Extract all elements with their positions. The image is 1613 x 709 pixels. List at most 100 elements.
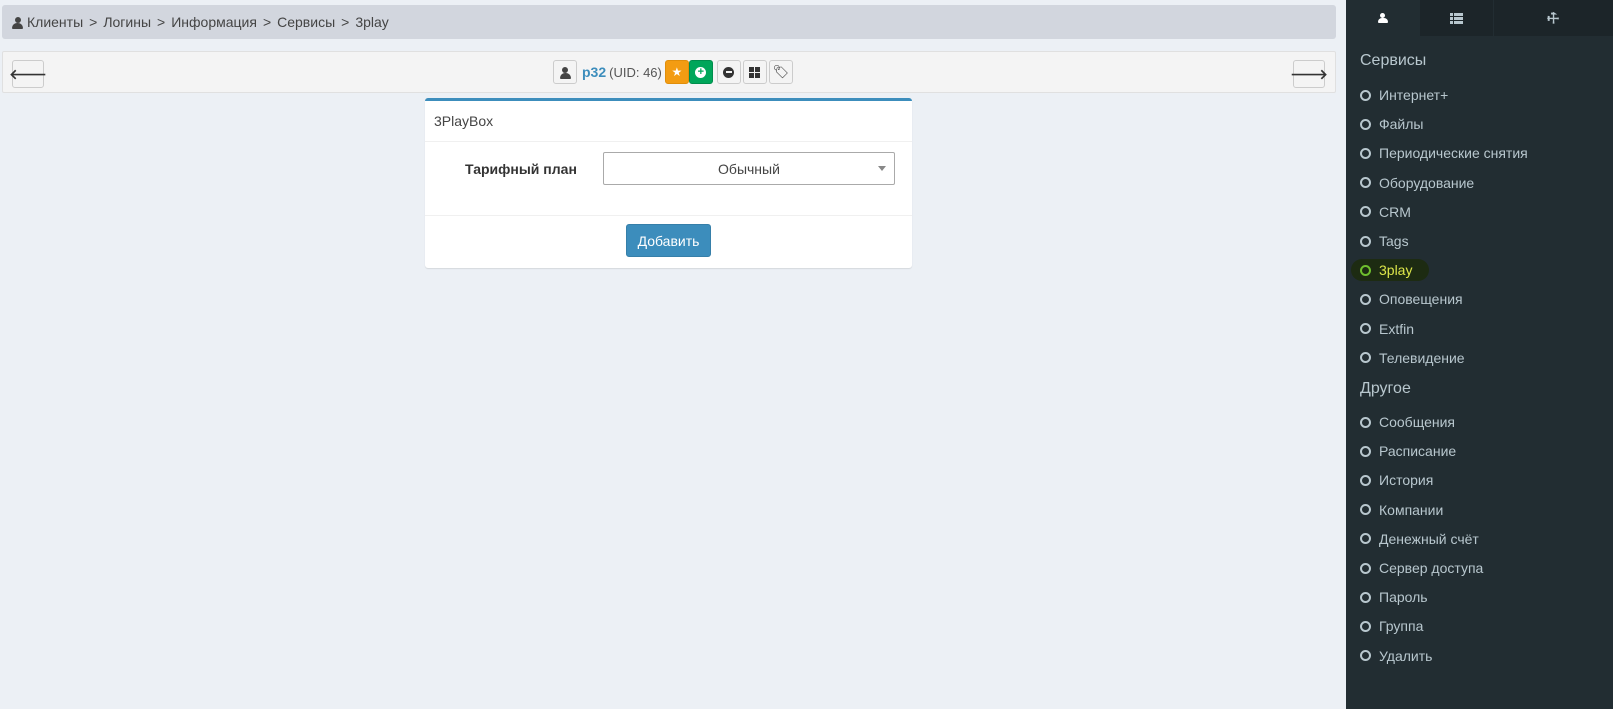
breadcrumb-item-logins[interactable]: Логины xyxy=(103,14,151,30)
sidebar-item-label: Группа xyxy=(1379,618,1424,635)
breadcrumb-item-services[interactable]: Сервисы xyxy=(277,14,335,30)
sidebar-item-other-7[interactable]: Группа xyxy=(1360,616,1423,636)
sidebar-item-other-2[interactable]: История xyxy=(1360,470,1433,490)
circle-icon xyxy=(1360,293,1371,305)
panel-title: 3PlayBox xyxy=(425,101,912,142)
add-service-button[interactable]: + xyxy=(688,60,713,84)
breadcrumb-item-clients[interactable]: Клиенты xyxy=(27,14,83,30)
sidebar-item-services-4[interactable]: CRM xyxy=(1360,202,1411,222)
arrow-left-icon: 🡐 xyxy=(9,65,47,82)
circle-icon xyxy=(1360,591,1371,603)
breadcrumb-separator: > xyxy=(341,14,350,30)
sidebar-item-label: Удалить xyxy=(1379,647,1433,664)
sidebar-item-label: Сообщения xyxy=(1379,414,1455,430)
sidebar-item-label: Оборудование xyxy=(1379,174,1475,191)
tab-user[interactable] xyxy=(1346,0,1420,36)
grid-button[interactable] xyxy=(742,60,767,84)
sidebar-item-other-1[interactable]: Расписание xyxy=(1360,441,1456,461)
sidebar-item-label: Телевидение xyxy=(1379,349,1465,366)
favorite-button[interactable]: ★ xyxy=(664,60,689,84)
sidebar-item-other-0[interactable]: Сообщения xyxy=(1360,412,1455,432)
sidebar-item-other-6[interactable]: Пароль xyxy=(1360,587,1428,607)
circle-icon xyxy=(1360,562,1371,574)
breadcrumb-separator: > xyxy=(157,14,166,30)
tariff-label: Тарифный план xyxy=(465,161,577,177)
sidebar-item-other-8[interactable]: Удалить xyxy=(1360,646,1432,666)
breadcrumb-item-3play: 3play xyxy=(355,14,389,30)
user-icon xyxy=(12,17,23,29)
sidebar-item-services-0[interactable]: Интернет+ xyxy=(1360,85,1448,105)
circle-icon xyxy=(1360,206,1371,218)
tariff-select[interactable]: Обычный xyxy=(603,152,895,185)
tariff-row: Тарифный план Обычный xyxy=(425,142,912,216)
sidebar-item-services-3[interactable]: Оборудование xyxy=(1360,173,1474,193)
user-strip: p32 (UID: 46) ★ + 🏷 xyxy=(553,59,793,85)
breadcrumb-separator: > xyxy=(262,14,272,30)
services-section-title: Сервисы xyxy=(1360,52,1427,69)
minus-circle-icon xyxy=(723,66,735,78)
plus-circle-icon: + xyxy=(695,66,707,78)
star-icon: ★ xyxy=(671,65,683,79)
forward-button[interactable]: 🡒 xyxy=(1290,60,1328,88)
circle-icon xyxy=(1360,89,1371,101)
sidebar-item-label: Расписание xyxy=(1379,443,1457,460)
circle-icon xyxy=(1360,650,1371,662)
circle-icon xyxy=(1360,235,1371,247)
circle-icon xyxy=(1360,352,1371,364)
sidebar-item-label: Компании xyxy=(1379,501,1444,518)
sidebar-tabs: ⚒ xyxy=(1346,0,1613,36)
sidebar: ⚒ Сервисы Интернет+ Файлы Периодические сн… xyxy=(1346,0,1613,709)
uid-text: (UID: 46) xyxy=(609,64,662,80)
circle-icon xyxy=(1360,474,1371,486)
sidebar-item-other-3[interactable]: Компании xyxy=(1360,500,1443,520)
sidebar-item-services-5[interactable]: Tags xyxy=(1360,231,1409,251)
sidebar-item-services-6[interactable]: 3play xyxy=(1360,260,1412,280)
breadcrumb-separator: > xyxy=(89,14,98,30)
disable-button[interactable] xyxy=(716,60,741,84)
sidebar-item-label: Сервер доступа xyxy=(1379,560,1484,576)
circle-icon xyxy=(1360,445,1371,457)
circle-icon xyxy=(1360,533,1371,545)
user-icon xyxy=(559,67,571,79)
tab-settings[interactable]: ⚒ xyxy=(1494,0,1613,36)
circle-icon xyxy=(1360,504,1371,516)
user-toolbar: 🡐 p32 (UID: 46) ★ + 🏷 🡒 xyxy=(2,51,1336,93)
main-content: Клиенты > Логины > Информация > Сервисы … xyxy=(0,0,1346,709)
sidebar-item-label: Денежный счёт xyxy=(1379,530,1479,547)
tags-icon: 🏷 xyxy=(772,64,790,79)
sidebar-item-services-1[interactable]: Файлы xyxy=(1360,114,1423,134)
circle-icon xyxy=(1360,323,1371,335)
tariff-select-value: Обычный xyxy=(718,160,780,177)
sidebar-item-label: CRM xyxy=(1379,203,1411,220)
sidebar-item-services-2[interactable]: Периодические снятия xyxy=(1360,143,1528,163)
login-link[interactable]: p32 xyxy=(582,64,606,80)
circle-icon xyxy=(1360,118,1371,130)
user-profile-button[interactable] xyxy=(553,60,577,84)
breadcrumb-item-info[interactable]: Информация xyxy=(171,14,257,30)
tags-button[interactable]: 🏷 xyxy=(768,60,793,84)
caret-down-icon xyxy=(878,166,886,171)
arrow-right-icon: 🡒 xyxy=(1290,65,1328,82)
sidebar-item-services-7[interactable]: Оповещения xyxy=(1360,289,1463,309)
sidebar-item-services-9[interactable]: Телевидение xyxy=(1360,348,1465,368)
circle-icon xyxy=(1360,177,1371,189)
sidebar-item-label: Оповещения xyxy=(1379,291,1463,308)
sidebar-item-label: История xyxy=(1379,472,1434,489)
sidebar-item-label: Интернет+ xyxy=(1379,87,1449,103)
back-button[interactable]: 🡐 xyxy=(9,60,47,88)
sidebar-item-label: Пароль xyxy=(1379,589,1428,606)
sidebar-item-services-8[interactable]: Extfin xyxy=(1360,319,1414,339)
tab-list[interactable] xyxy=(1420,0,1494,36)
sidebar-item-other-4[interactable]: Денежный счёт xyxy=(1360,529,1479,549)
sidebar-item-label: 3play xyxy=(1379,262,1413,279)
circle-icon xyxy=(1360,147,1371,159)
wrench-icon: ⚒ xyxy=(1543,7,1564,28)
add-button[interactable]: Добавить xyxy=(626,224,711,257)
circle-icon xyxy=(1360,264,1371,276)
breadcrumb: Клиенты > Логины > Информация > Сервисы … xyxy=(2,5,1336,39)
list-icon xyxy=(1450,12,1463,24)
circle-icon xyxy=(1360,620,1371,632)
user-icon xyxy=(1377,12,1388,24)
grid-icon xyxy=(749,66,761,78)
sidebar-item-other-5[interactable]: Сервер доступа xyxy=(1360,558,1483,578)
